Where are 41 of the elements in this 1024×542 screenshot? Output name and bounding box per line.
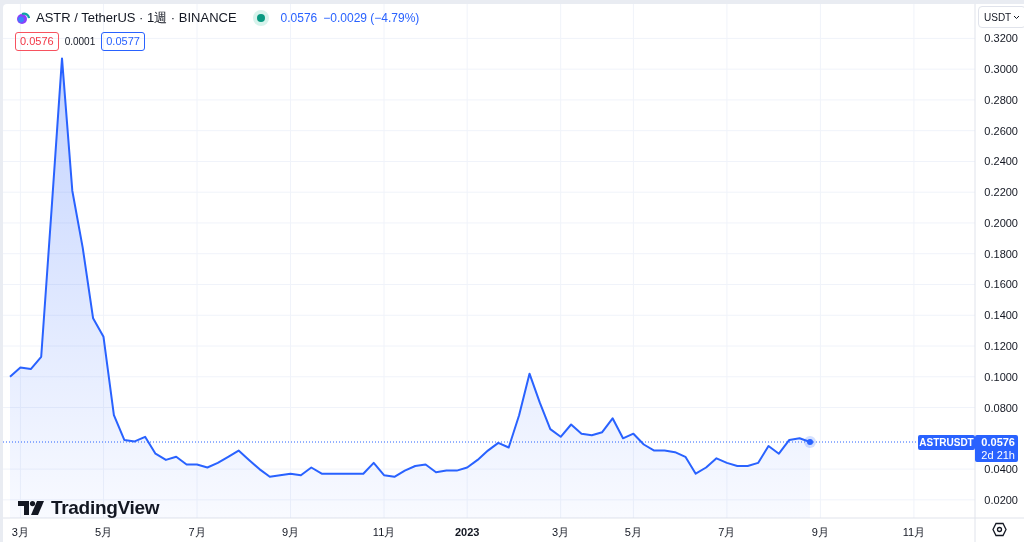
symbol-title: ASTR / TetherUS · 1週 · BINANCE [36, 9, 237, 27]
price-axis-label: 0.2400 [984, 155, 1018, 168]
time-axis-label: 3月 [552, 526, 570, 538]
time-axis-label: 11月 [372, 526, 396, 538]
logo-text: TradingView [51, 496, 160, 520]
price-axis-label: 0.2000 [984, 216, 1018, 229]
price-axis-label: 0.0800 [984, 401, 1018, 414]
time-axis-label: 11月 [902, 526, 926, 538]
price-axis-label: 0.0400 [984, 463, 1018, 476]
time-axis-label: 9月 [811, 526, 829, 538]
price-axis-label: 0.1600 [984, 278, 1018, 291]
price-axis-label: 0.2200 [984, 186, 1018, 199]
spread-text: 0.0001 [64, 35, 96, 49]
time-axis-label: 7月 [188, 526, 206, 538]
price-axis-label: 0.2800 [984, 93, 1018, 106]
price-text: 0.0576 [280, 9, 318, 27]
settings-icon[interactable] [992, 522, 1007, 537]
price-axis-label: 0.1400 [984, 309, 1018, 322]
buy-price-box[interactable]: 0.0577 [101, 32, 145, 51]
change-text: −0.0029 (−4.79%) [323, 9, 420, 27]
price-axis-label: 0.1800 [984, 247, 1018, 260]
time-axis-label: 5月 [94, 526, 113, 538]
coin-logo-icon [16, 10, 30, 25]
time-axis-label: 9月 [281, 526, 300, 538]
sell-price-box[interactable]: 0.0576 [15, 32, 59, 51]
time-axis-label: 3月 [11, 526, 29, 538]
last-price-tag: 0.0576 2d 21h [975, 435, 1018, 462]
price-axis-label: 0.3200 [984, 32, 1018, 45]
price-axis-label: 0.1200 [984, 340, 1018, 353]
price-axis-label: 0.2600 [984, 124, 1018, 137]
time-axis-label: 2023 [454, 526, 480, 538]
price-axis-label: 0.0200 [984, 493, 1018, 506]
price-axis-label: 0.3000 [984, 63, 1018, 76]
last-price-marker [804, 436, 817, 448]
currency-dropdown[interactable]: USDT [978, 6, 1024, 28]
time-axis-label: 7月 [718, 526, 736, 538]
time-axis-label: 5月 [624, 526, 642, 538]
price-axis-label: 0.1000 [984, 370, 1018, 383]
symbol-tag: ASTRUSDT [918, 435, 975, 450]
caret-icon [1013, 14, 1021, 20]
tradingview-logo-icon [18, 501, 46, 516]
